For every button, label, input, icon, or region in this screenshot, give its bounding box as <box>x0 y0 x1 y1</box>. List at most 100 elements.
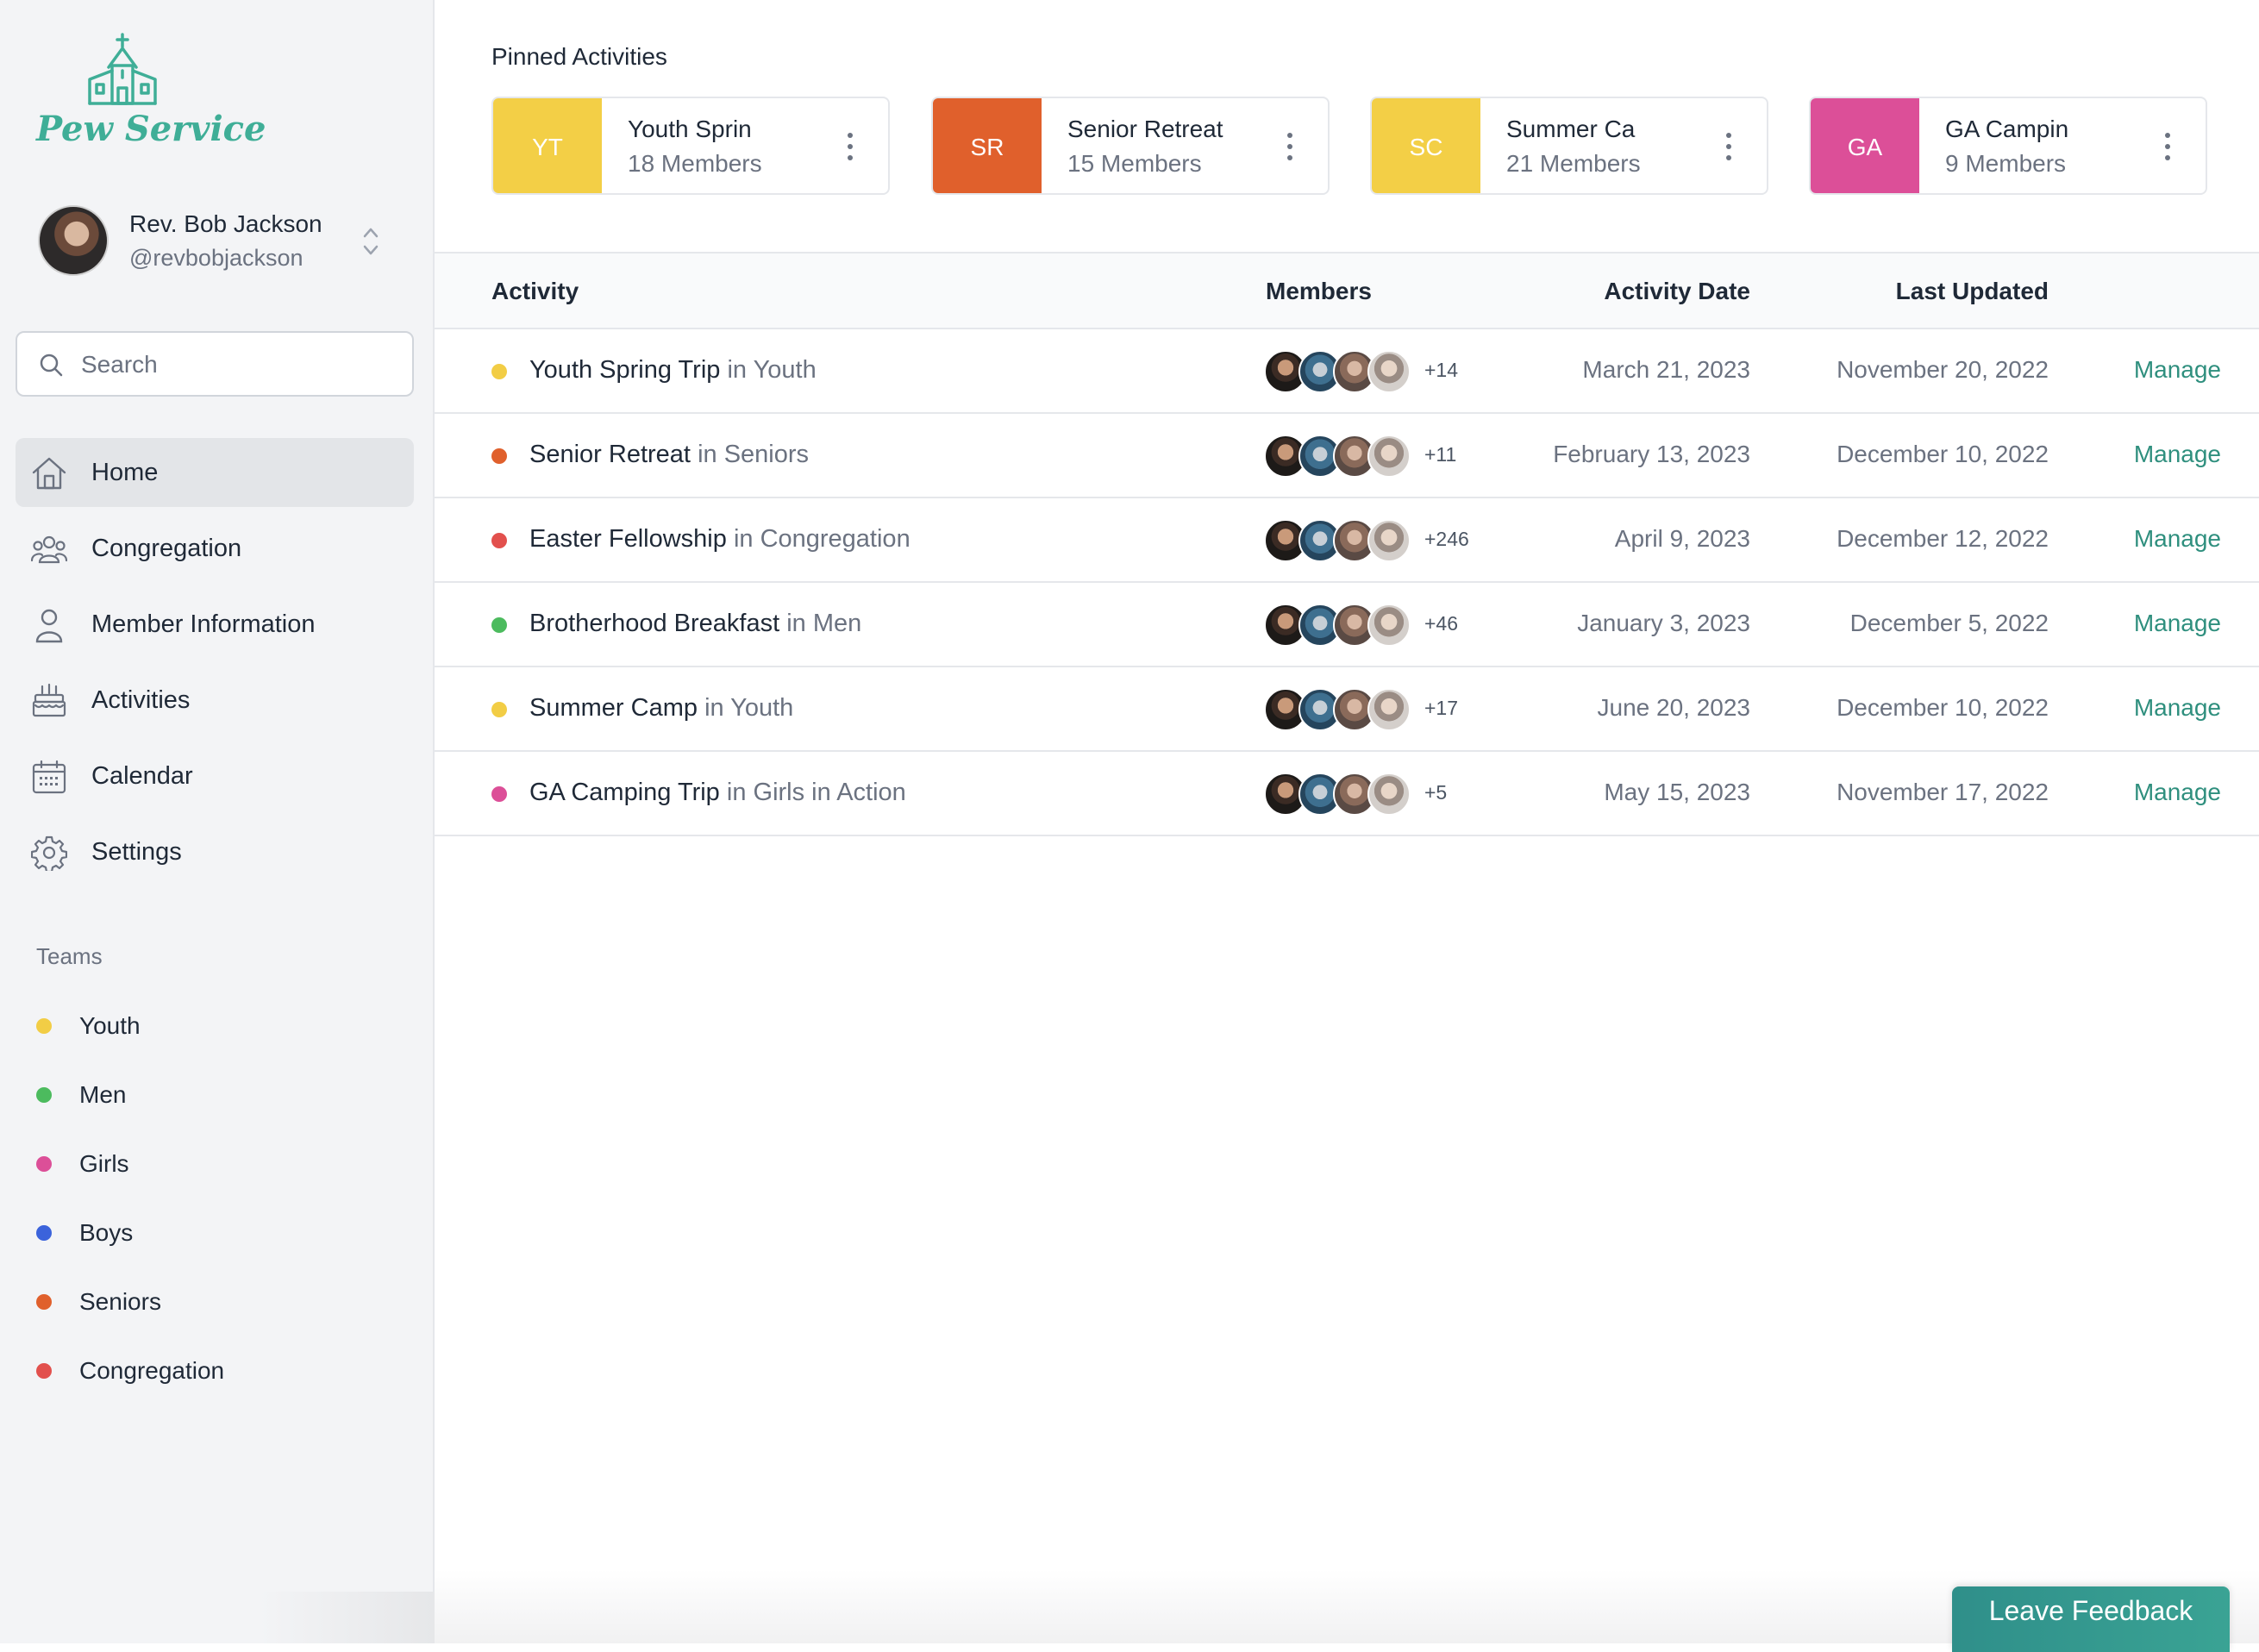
team-color-dot <box>36 1294 52 1310</box>
activity-team: in Men <box>786 610 862 637</box>
calendar-icon <box>32 760 66 794</box>
pinned-card[interactable]: SC Summer Ca 21 Members <box>1370 97 1768 195</box>
activity-name[interactable]: Easter Fellowship <box>529 525 727 553</box>
member-avatars <box>1264 688 1411 731</box>
last-updated: December 5, 2022 <box>1849 610 2049 636</box>
pinned-name: GA Campin <box>1945 116 2069 142</box>
manage-link[interactable]: Manage <box>2134 694 2221 722</box>
leave-feedback-label: Leave Feedback <box>1988 1594 2193 1626</box>
pinned-card[interactable]: GA GA Campin 9 Members <box>1809 97 2207 195</box>
team-label: Youth <box>79 1012 141 1039</box>
team-color-dot <box>491 448 507 464</box>
activity-name[interactable]: Brotherhood Breakfast <box>529 610 779 637</box>
more-vertical-icon[interactable] <box>2164 133 2171 162</box>
manage-link[interactable]: Manage <box>2134 610 2221 637</box>
table-row[interactable]: Senior Retreat in Seniors +11 February 1… <box>435 414 2259 498</box>
avatar <box>1367 350 1411 393</box>
team-label: Congregation <box>79 1357 225 1384</box>
activity-date: May 15, 2023 <box>1604 779 1750 805</box>
nav-item-member-information[interactable]: Member Information <box>16 590 414 659</box>
activity-team: in Girls in Action <box>726 779 906 806</box>
avatar <box>38 205 109 276</box>
column-header-members[interactable]: Members <box>1266 278 1372 305</box>
activity-team: in Congregation <box>733 525 910 553</box>
more-vertical-icon[interactable] <box>1286 133 1293 162</box>
team-item-congregation[interactable]: Congregation <box>36 1336 398 1405</box>
activity-title: Brotherhood Breakfast in Men <box>529 610 861 638</box>
chevron-up-down-icon[interactable] <box>360 224 381 259</box>
pinned-name: Senior Retreat <box>1067 116 1223 142</box>
member-overflow-count: +14 <box>1424 359 1459 381</box>
activity-name[interactable]: Senior Retreat <box>529 441 691 468</box>
search-input[interactable] <box>79 345 393 385</box>
user-icon <box>35 609 63 643</box>
nav-item-home[interactable]: Home <box>16 438 414 507</box>
pinned-members: 15 Members <box>1067 150 1202 177</box>
user-switcher[interactable]: Rev. Bob Jackson @revbobjackson <box>38 205 391 278</box>
home-icon <box>32 457 66 490</box>
team-item-youth[interactable]: Youth <box>36 992 398 1061</box>
nav-item-calendar[interactable]: Calendar <box>16 742 414 810</box>
manage-link[interactable]: Manage <box>2134 779 2221 806</box>
last-updated: December 10, 2022 <box>1837 694 2049 721</box>
activity-date: January 3, 2023 <box>1577 610 1750 636</box>
manage-link[interactable]: Manage <box>2134 441 2221 468</box>
users-icon <box>31 535 67 564</box>
activity-team: in Youth <box>727 356 817 384</box>
table-row[interactable]: Easter Fellowship in Congregation +246 A… <box>435 498 2259 583</box>
leave-feedback-button[interactable]: Leave Feedback <box>1952 1586 2230 1652</box>
user-handle: @revbobjackson <box>129 245 303 271</box>
member-overflow-count: +246 <box>1424 528 1469 550</box>
manage-link[interactable]: Manage <box>2134 525 2221 553</box>
sidebar-shade <box>259 1592 435 1643</box>
team-color-dot <box>491 617 507 633</box>
column-header-last-updated[interactable]: Last Updated <box>1896 278 2049 305</box>
manage-link[interactable]: Manage <box>2134 356 2221 384</box>
activity-team: in Youth <box>704 694 794 722</box>
table-row[interactable]: Brotherhood Breakfast in Men +46 January… <box>435 583 2259 667</box>
activity-title: Senior Retreat in Seniors <box>529 441 809 469</box>
nav-item-congregation[interactable]: Congregation <box>16 514 414 583</box>
table-row[interactable]: Youth Spring Trip in Youth +14 March 21,… <box>435 329 2259 414</box>
main-nav: Home Congregation Member Information Act… <box>16 438 414 893</box>
nav-item-settings[interactable]: Settings <box>16 817 414 886</box>
activity-name[interactable]: Summer Camp <box>529 694 698 722</box>
column-header-activity-date[interactable]: Activity Date <box>1604 278 1750 305</box>
pinned-card[interactable]: SR Senior Retreat 15 Members <box>931 97 1330 195</box>
church-icon <box>88 33 157 105</box>
app-logo[interactable]: Pew Service <box>34 33 266 153</box>
member-overflow-count: +5 <box>1424 781 1448 804</box>
nav-label: Settings <box>91 837 182 866</box>
gear-icon <box>31 835 67 871</box>
team-color-dot <box>491 786 507 802</box>
team-color-dot <box>491 702 507 717</box>
last-updated: December 10, 2022 <box>1837 441 2049 467</box>
nav-item-activities[interactable]: Activities <box>16 666 414 735</box>
sidebar: Pew Service Rev. Bob Jackson @revbobjack… <box>0 0 435 1643</box>
team-item-seniors[interactable]: Seniors <box>36 1267 398 1336</box>
member-overflow-count: +11 <box>1424 443 1457 466</box>
more-vertical-icon[interactable] <box>1725 133 1732 162</box>
table-row[interactable]: Summer Camp in Youth +17 June 20, 2023 D… <box>435 667 2259 752</box>
table-row[interactable]: GA Camping Trip in Girls in Action +5 Ma… <box>435 752 2259 836</box>
avatar <box>1367 519 1411 562</box>
app-name: Pew Service <box>36 109 266 149</box>
last-updated: December 12, 2022 <box>1837 525 2049 552</box>
activities-table-header: Activity Members Activity Date Last Upda… <box>435 252 2259 329</box>
team-item-girls[interactable]: Girls <box>36 1129 398 1198</box>
more-vertical-icon[interactable] <box>847 133 854 162</box>
activity-date: April 9, 2023 <box>1614 525 1750 552</box>
team-item-men[interactable]: Men <box>36 1061 398 1129</box>
activity-title: GA Camping Trip in Girls in Action <box>529 779 906 807</box>
pinned-badge: YT <box>493 98 602 193</box>
activity-name[interactable]: GA Camping Trip <box>529 779 720 806</box>
nav-label: Member Information <box>91 610 316 638</box>
avatar <box>1367 688 1411 731</box>
pinned-card[interactable]: YT Youth Sprin 18 Members <box>491 97 890 195</box>
pinned-badge: GA <box>1811 98 1919 193</box>
team-color-dot <box>36 1225 52 1241</box>
team-item-boys[interactable]: Boys <box>36 1198 398 1267</box>
team-label: Seniors <box>79 1288 161 1315</box>
activity-name[interactable]: Youth Spring Trip <box>529 356 720 384</box>
column-header-activity[interactable]: Activity <box>491 278 579 305</box>
